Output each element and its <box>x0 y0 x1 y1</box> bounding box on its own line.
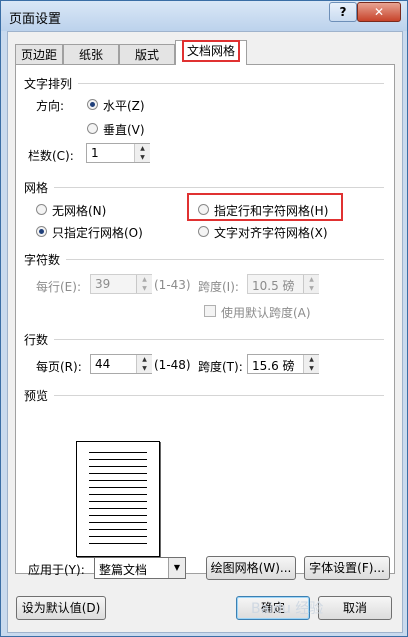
chars-per-line-label: 每行(E): <box>36 280 81 294</box>
tab-paper-label: 纸张 <box>78 48 103 62</box>
char-pitch-spinner[interactable]: 10.5 磅 ▲ ▼ <box>247 274 319 294</box>
apply-to-label: 应用于(Y): <box>28 563 85 577</box>
lines-range: (1-48) <box>154 358 191 372</box>
spin-down-icon[interactable]: ▼ <box>136 284 152 293</box>
lines-per-page-spinner[interactable]: 44 ▲ ▼ <box>90 354 152 374</box>
radio-snap-chars[interactable] <box>198 226 209 237</box>
spin-down-icon[interactable]: ▼ <box>303 364 319 373</box>
draw-grid-button[interactable]: 绘图网格(W)... <box>206 556 296 580</box>
chars-per-line-value[interactable]: 39 <box>95 277 110 291</box>
dialog-client-area: 页边距 纸张 版式 文档网格 文字排列 方向: 水平(Z) 垂直(V) 栏数(C… <box>7 31 403 633</box>
radio-no-grid-label[interactable]: 无网格(N) <box>52 202 106 219</box>
help-button[interactable]: ? <box>329 2 357 22</box>
radio-lines-and-chars-label[interactable]: 指定行和字符网格(H) <box>214 202 328 219</box>
tab-document-grid-label: 文档网格 <box>181 40 241 62</box>
page-setup-dialog: 页面设置 ? ✕ 页边距 纸张 版式 文档网格 文字排列 方向: 水平(Z) 垂… <box>0 0 408 637</box>
grid-heading: 网格 <box>24 181 49 195</box>
tab-document-grid[interactable]: 文档网格 <box>175 40 247 65</box>
separator <box>78 83 384 84</box>
spin-down-icon[interactable]: ▼ <box>136 364 152 373</box>
tab-layout[interactable]: 版式 <box>119 44 175 64</box>
radio-horizontal-label[interactable]: 水平(Z) <box>103 97 145 114</box>
document-grid-panel: 文字排列 方向: 水平(Z) 垂直(V) 栏数(C): 1 ▲ ▼ 网格 无网格(… <box>15 64 395 580</box>
characters-heading: 字符数 <box>24 253 61 267</box>
dialog-title: 页面设置 <box>9 12 62 27</box>
spin-down-icon[interactable]: ▼ <box>303 284 319 293</box>
apply-to-select[interactable]: 整篇文档 ▼ <box>94 557 186 579</box>
lines-heading: 行数 <box>24 333 49 347</box>
apply-to-value[interactable]: 整篇文档 <box>99 561 147 578</box>
line-pitch-value[interactable]: 15.6 磅 <box>252 357 295 374</box>
separator <box>54 187 384 188</box>
radio-vertical[interactable] <box>87 123 98 134</box>
title-bar: 页面设置 ? ✕ <box>1 1 407 31</box>
page-preview <box>76 441 160 557</box>
text-direction-heading: 文字排列 <box>24 77 73 91</box>
columns-label: 栏数(C): <box>28 149 74 163</box>
separator <box>66 259 384 260</box>
chevron-down-icon[interactable]: ▼ <box>168 558 185 578</box>
radio-vertical-label[interactable]: 垂直(V) <box>103 121 145 138</box>
tab-layout-label: 版式 <box>134 48 159 62</box>
set-default-button[interactable]: 设为默认值(D) <box>16 596 106 620</box>
watermark: Baidu 经验 <box>251 601 324 617</box>
radio-lines-only-label[interactable]: 只指定行网格(O) <box>52 224 143 241</box>
default-pitch-checkbox[interactable] <box>204 305 216 317</box>
radio-horizontal[interactable] <box>87 99 98 110</box>
preview-heading: 预览 <box>24 389 49 403</box>
spin-down-icon[interactable]: ▼ <box>134 153 150 162</box>
lines-per-page-label: 每页(R): <box>36 360 82 374</box>
columns-value[interactable]: 1 <box>91 146 99 160</box>
tab-margins-label: 页边距 <box>20 48 57 62</box>
chars-per-line-spinner[interactable]: 39 ▲ ▼ <box>90 274 152 294</box>
char-pitch-value[interactable]: 10.5 磅 <box>252 277 295 294</box>
separator <box>54 395 384 396</box>
line-pitch-spinner[interactable]: 15.6 磅 ▲ ▼ <box>247 354 319 374</box>
font-settings-button[interactable]: 字体设置(F)... <box>304 556 390 580</box>
cancel-button[interactable]: 取消 <box>318 596 392 620</box>
lines-per-page-value[interactable]: 44 <box>95 357 110 371</box>
radio-no-grid[interactable] <box>36 204 47 215</box>
chars-range: (1-43) <box>154 278 191 292</box>
direction-label: 方向: <box>36 99 65 113</box>
columns-spinner[interactable]: 1 ▲ ▼ <box>86 143 150 163</box>
radio-lines-only[interactable] <box>36 226 47 237</box>
tab-margins[interactable]: 页边距 <box>15 44 63 64</box>
close-button[interactable]: ✕ <box>357 2 401 22</box>
radio-lines-and-chars[interactable] <box>198 204 209 215</box>
separator <box>54 339 384 340</box>
line-pitch-label: 跨度(T): <box>198 360 243 374</box>
tab-paper[interactable]: 纸张 <box>63 44 119 64</box>
radio-snap-chars-label[interactable]: 文字对齐字符网格(X) <box>214 224 328 241</box>
default-pitch-label[interactable]: 使用默认跨度(A) <box>221 304 311 321</box>
char-pitch-label: 跨度(I): <box>198 280 239 294</box>
